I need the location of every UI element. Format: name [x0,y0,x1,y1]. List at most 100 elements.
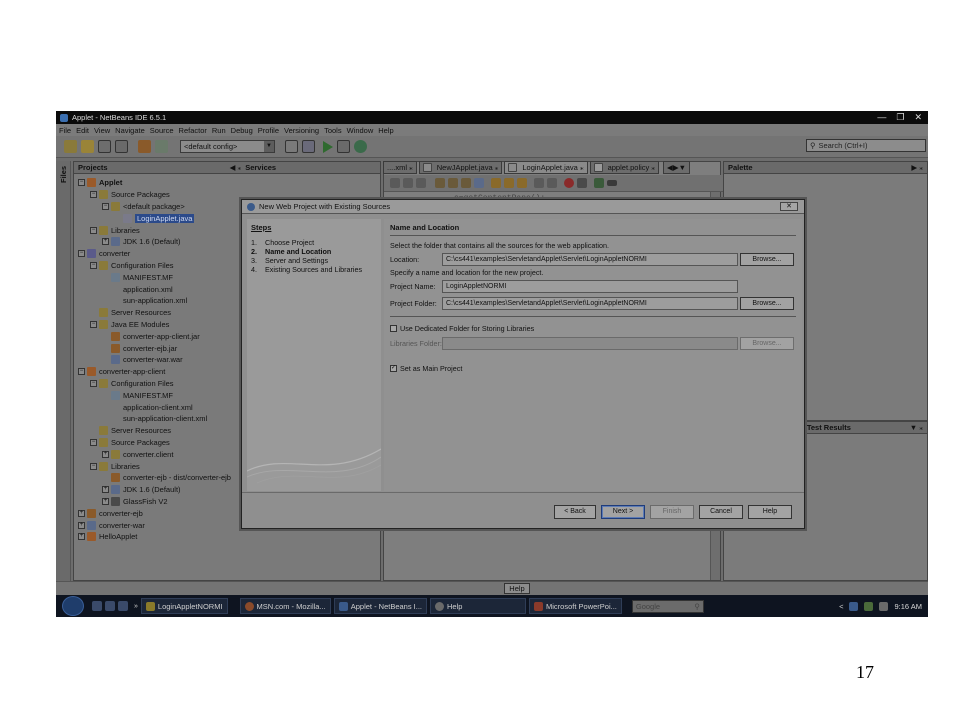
expand-icon[interactable]: + [102,497,109,505]
expand-icon[interactable]: + [78,521,85,529]
collapse-icon[interactable]: − [90,191,97,199]
tray-expand-icon[interactable]: < [839,602,843,611]
find-prev-icon[interactable] [448,178,458,188]
tab-scroll-icon[interactable]: ◀▶▼ [667,163,686,172]
menu-debug[interactable]: Debug [231,126,253,135]
next-button[interactable]: Next > [601,505,645,519]
menu-file[interactable]: File [59,126,71,135]
browse-folder-button[interactable]: Browse... [740,297,794,310]
task-firefox[interactable]: MSN.com - Mozilla... [239,598,331,614]
collapse-icon[interactable]: − [90,320,97,328]
menu-versioning[interactable]: Versioning [284,126,319,135]
menu-edit[interactable]: Edit [76,126,89,135]
collapse-icon[interactable]: − [78,179,85,187]
redo-icon[interactable] [155,140,168,153]
menu-source[interactable]: Source [150,126,174,135]
profile-icon[interactable] [354,140,367,153]
main-project-checkbox[interactable]: ✓ Set as Main Project [390,362,802,375]
shift-right-icon[interactable] [547,178,557,188]
find-icon[interactable] [435,178,445,188]
help-popup[interactable]: Help [504,583,530,594]
close-icon[interactable]: ✕ [914,111,922,124]
browse-location-button[interactable]: Browse... [740,253,794,266]
collapse-icon[interactable]: − [90,438,97,446]
collapse-icon[interactable]: − [78,250,85,258]
expand-icon[interactable]: + [102,238,109,246]
project-name-field[interactable]: LoginAppletNORMI [442,280,738,293]
search-input[interactable]: ⚲ Search (Ctrl+I) [806,139,926,152]
maximize-icon[interactable]: ❐ [896,111,904,124]
panel-controls-icon[interactable]: ▼ ⁎ [910,423,923,432]
build-icon[interactable] [285,140,298,153]
collapse-icon[interactable]: − [90,379,97,387]
location-field[interactable]: C:\cs441\examples\ServletandApplet\Servl… [442,253,738,266]
save-all-icon[interactable] [115,140,128,153]
next-bookmark-icon[interactable] [517,178,527,188]
menu-help[interactable]: Help [378,126,393,135]
task-help[interactable]: Help [430,598,527,614]
close-icon[interactable]: ⁎ [651,163,655,172]
battery-icon[interactable] [864,601,874,611]
expand-icon[interactable]: + [78,533,85,541]
services-tab[interactable]: Services [245,163,276,172]
projects-tab[interactable]: Projects [78,163,108,172]
bookmark-icon[interactable] [491,178,501,188]
collapse-icon[interactable]: − [90,226,97,234]
task-folder[interactable]: LoginAppletNORMI [140,598,228,614]
tab-xml[interactable]: ....xml ⁎ [383,161,417,174]
debug-icon[interactable] [337,140,350,153]
google-search-input[interactable]: Google ⚲ [631,599,704,613]
expand-icon[interactable]: + [102,450,109,458]
clean-build-icon[interactable] [302,140,315,153]
switch-windows-icon[interactable] [105,601,115,611]
menu-window[interactable]: Window [347,126,374,135]
tree-item[interactable]: − Applet [76,177,380,189]
help-button[interactable]: Help [748,505,792,519]
new-file-icon[interactable] [81,140,94,153]
dedicated-folder-checkbox[interactable]: Use Dedicated Folder for Storing Librari… [390,322,802,335]
task-powerpoint[interactable]: Microsoft PowerPoi... [529,598,622,614]
new-project-icon[interactable] [64,140,77,153]
close-icon[interactable]: ⁎ [495,163,499,172]
menu-tools[interactable]: Tools [324,126,342,135]
menu-run[interactable]: Run [212,126,226,135]
project-folder-field[interactable]: C:\cs441\examples\ServletandApplet\Servl… [442,297,738,310]
show-desktop-icon[interactable] [92,601,102,611]
tab-applet-policy[interactable]: applet.policy ⁎ [589,161,660,174]
collapse-icon[interactable]: − [90,462,97,470]
panel-controls-icon[interactable]: ▶ ⁎ [911,163,923,172]
files-tab[interactable]: Files [59,166,68,183]
open-project-icon[interactable] [98,140,111,153]
record-macro-icon[interactable] [564,178,574,188]
comment-icon[interactable] [594,178,604,188]
run-icon[interactable] [323,140,333,153]
collapse-icon[interactable]: − [78,368,85,376]
panel-controls-icon[interactable]: ◀ ⁎ [230,163,242,172]
menu-view[interactable]: View [94,126,110,135]
back-button[interactable]: < Back [554,505,596,519]
network-icon[interactable] [849,601,859,611]
start-button[interactable] [62,596,84,616]
close-icon[interactable]: ✕ [780,202,798,211]
prev-bookmark-icon[interactable] [504,178,514,188]
collapse-icon[interactable]: − [102,202,109,210]
shift-left-icon[interactable] [534,178,544,188]
undo-icon[interactable] [138,140,151,153]
menu-navigate[interactable]: Navigate [115,126,145,135]
volume-icon[interactable] [879,601,889,611]
search-icon[interactable]: ⚲ [694,601,700,613]
more-icon[interactable]: » [134,603,138,610]
menu-profile[interactable]: Profile [258,126,279,135]
tree-item[interactable]: + HelloApplet [76,531,380,543]
clock[interactable]: 9:16 AM [894,602,922,611]
close-icon[interactable]: ⁎ [409,163,413,172]
tab-newjapplet[interactable]: NewJApplet.java ⁎ [418,161,503,174]
minimize-icon[interactable]: — [877,111,886,124]
tab-scroll-controls[interactable]: ◀▶▼ [663,161,691,174]
find-next-icon[interactable] [461,178,471,188]
config-select[interactable]: <default config> ▼ [180,140,275,153]
source-toggle-icon[interactable] [390,178,400,188]
uncomment-icon[interactable] [607,180,617,186]
back-icon[interactable] [403,178,413,188]
cancel-button[interactable]: Cancel [699,505,743,519]
